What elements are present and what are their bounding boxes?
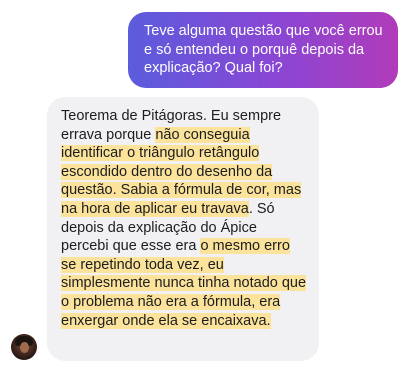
user-message-text: Teve alguma questão que você errou e só … — [144, 23, 383, 76]
avatar[interactable] — [11, 334, 37, 360]
reply-message-bubble: Teorema de Pitágoras. Eu sempre errava p… — [47, 97, 319, 361]
chat-thread: Teve alguma questão que você errou e só … — [0, 0, 413, 374]
user-message-bubble: Teve alguma questão que você errou e só … — [128, 12, 398, 88]
avatar-face — [20, 342, 29, 353]
